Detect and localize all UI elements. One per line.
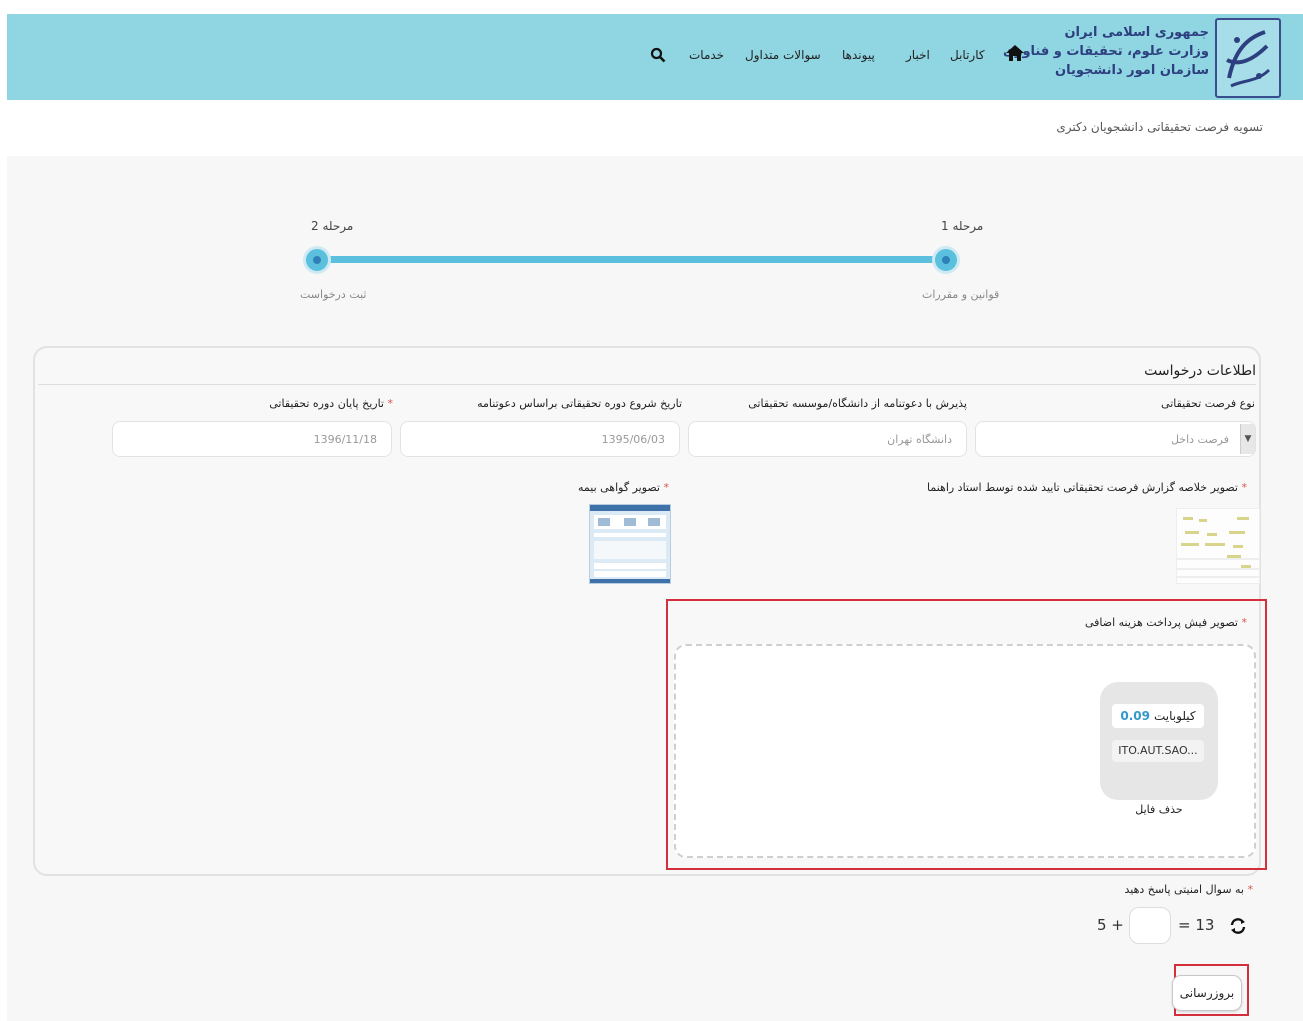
panel-divider [38, 384, 1256, 385]
step-2-dot [303, 246, 331, 274]
search-icon[interactable] [650, 47, 666, 63]
insurance-image-label: * تصویر گواهی بیمه [578, 481, 669, 494]
field-label-host-university: پذیرش با دعوتنامه از دانشگاه/موسسه تحقیق… [748, 397, 967, 410]
required-asterisk: * [660, 481, 669, 494]
field-label-end-date: * تاریخ پایان دوره تحقیقاتی [269, 397, 393, 410]
update-button[interactable]: بروزرسانی [1172, 975, 1242, 1011]
report-image-label: * تصویر خلاصه گزارش فرصت تحقیقاتی تایید … [926, 481, 1247, 494]
end-date-input[interactable] [112, 421, 392, 457]
step-2-subtitle: ثبت درخواست [300, 288, 367, 301]
home-icon[interactable] [1005, 44, 1027, 64]
field-label-opportunity-type: نوع فرصت تحقیقاتی [1161, 397, 1255, 410]
payment-receipt-label: * تصویر فیش پرداخت هزینه اضافی [1084, 616, 1247, 629]
host-university-input[interactable] [688, 421, 967, 457]
required-asterisk: * [1238, 616, 1247, 629]
chevron-down-icon[interactable]: ▼ [1240, 424, 1255, 454]
step-1-dot [932, 246, 960, 274]
insurance-image-thumbnail[interactable] [589, 504, 671, 584]
nav-links[interactable]: پیوندها [842, 48, 875, 62]
file-size-value: 0.09 [1120, 709, 1150, 723]
nav-news[interactable]: اخبار [906, 48, 930, 62]
nav-services[interactable]: خدمات [689, 48, 724, 62]
captcha-label: * به سوال امنیتی پاسخ دهید [1124, 883, 1254, 896]
required-asterisk: * [384, 397, 393, 410]
step-1-subtitle: قوانین و مقررات [922, 288, 1000, 301]
file-size-unit: کیلوبایت [1154, 709, 1196, 723]
page-title: تسویه فرصت تحقیقاتی دانشجویان دکتری [1056, 120, 1263, 134]
required-asterisk: * [1238, 481, 1247, 494]
report-image-thumbnail[interactable] [1176, 508, 1260, 584]
refresh-icon[interactable] [1228, 916, 1248, 936]
stepper-progress-bar [320, 256, 946, 263]
file-size: کیلوبایت 0.09 [1112, 704, 1204, 728]
step-2-label: مرحله 2 [311, 219, 354, 233]
required-asterisk: * [1244, 883, 1253, 896]
panel-title: اطلاعات درخواست [1144, 363, 1256, 379]
captcha-operand-text: 5 + [1097, 916, 1124, 934]
captcha-result-text: = 13 [1178, 916, 1215, 934]
start-date-input[interactable] [400, 421, 680, 457]
ministry-logo [1215, 18, 1281, 98]
logo-line-1: جمهوری اسلامی ایران [1064, 25, 1209, 40]
remove-file-link[interactable]: حذف فایل [1118, 803, 1200, 816]
captcha-answer-input[interactable] [1129, 907, 1171, 944]
file-name: ITO.AUT.SAO... [1112, 740, 1204, 762]
field-label-start-date: تاریخ شروع دوره تحقیقاتی براساس دعوتنامه [477, 397, 682, 410]
logo-line-2: وزارت علوم، تحقیقات و فناوری [1003, 44, 1209, 59]
opportunity-type-select[interactable] [975, 421, 1256, 457]
step-1-label: مرحله 1 [941, 219, 984, 233]
nav-faq[interactable]: سوالات متداول [745, 48, 821, 62]
site-header: جمهوری اسلامی ایران وزارت علوم، تحقیقات … [7, 14, 1303, 100]
nav-cartable[interactable]: کارتابل [950, 48, 985, 62]
logo-line-3: سازمان امور دانشجویان [1055, 63, 1209, 78]
